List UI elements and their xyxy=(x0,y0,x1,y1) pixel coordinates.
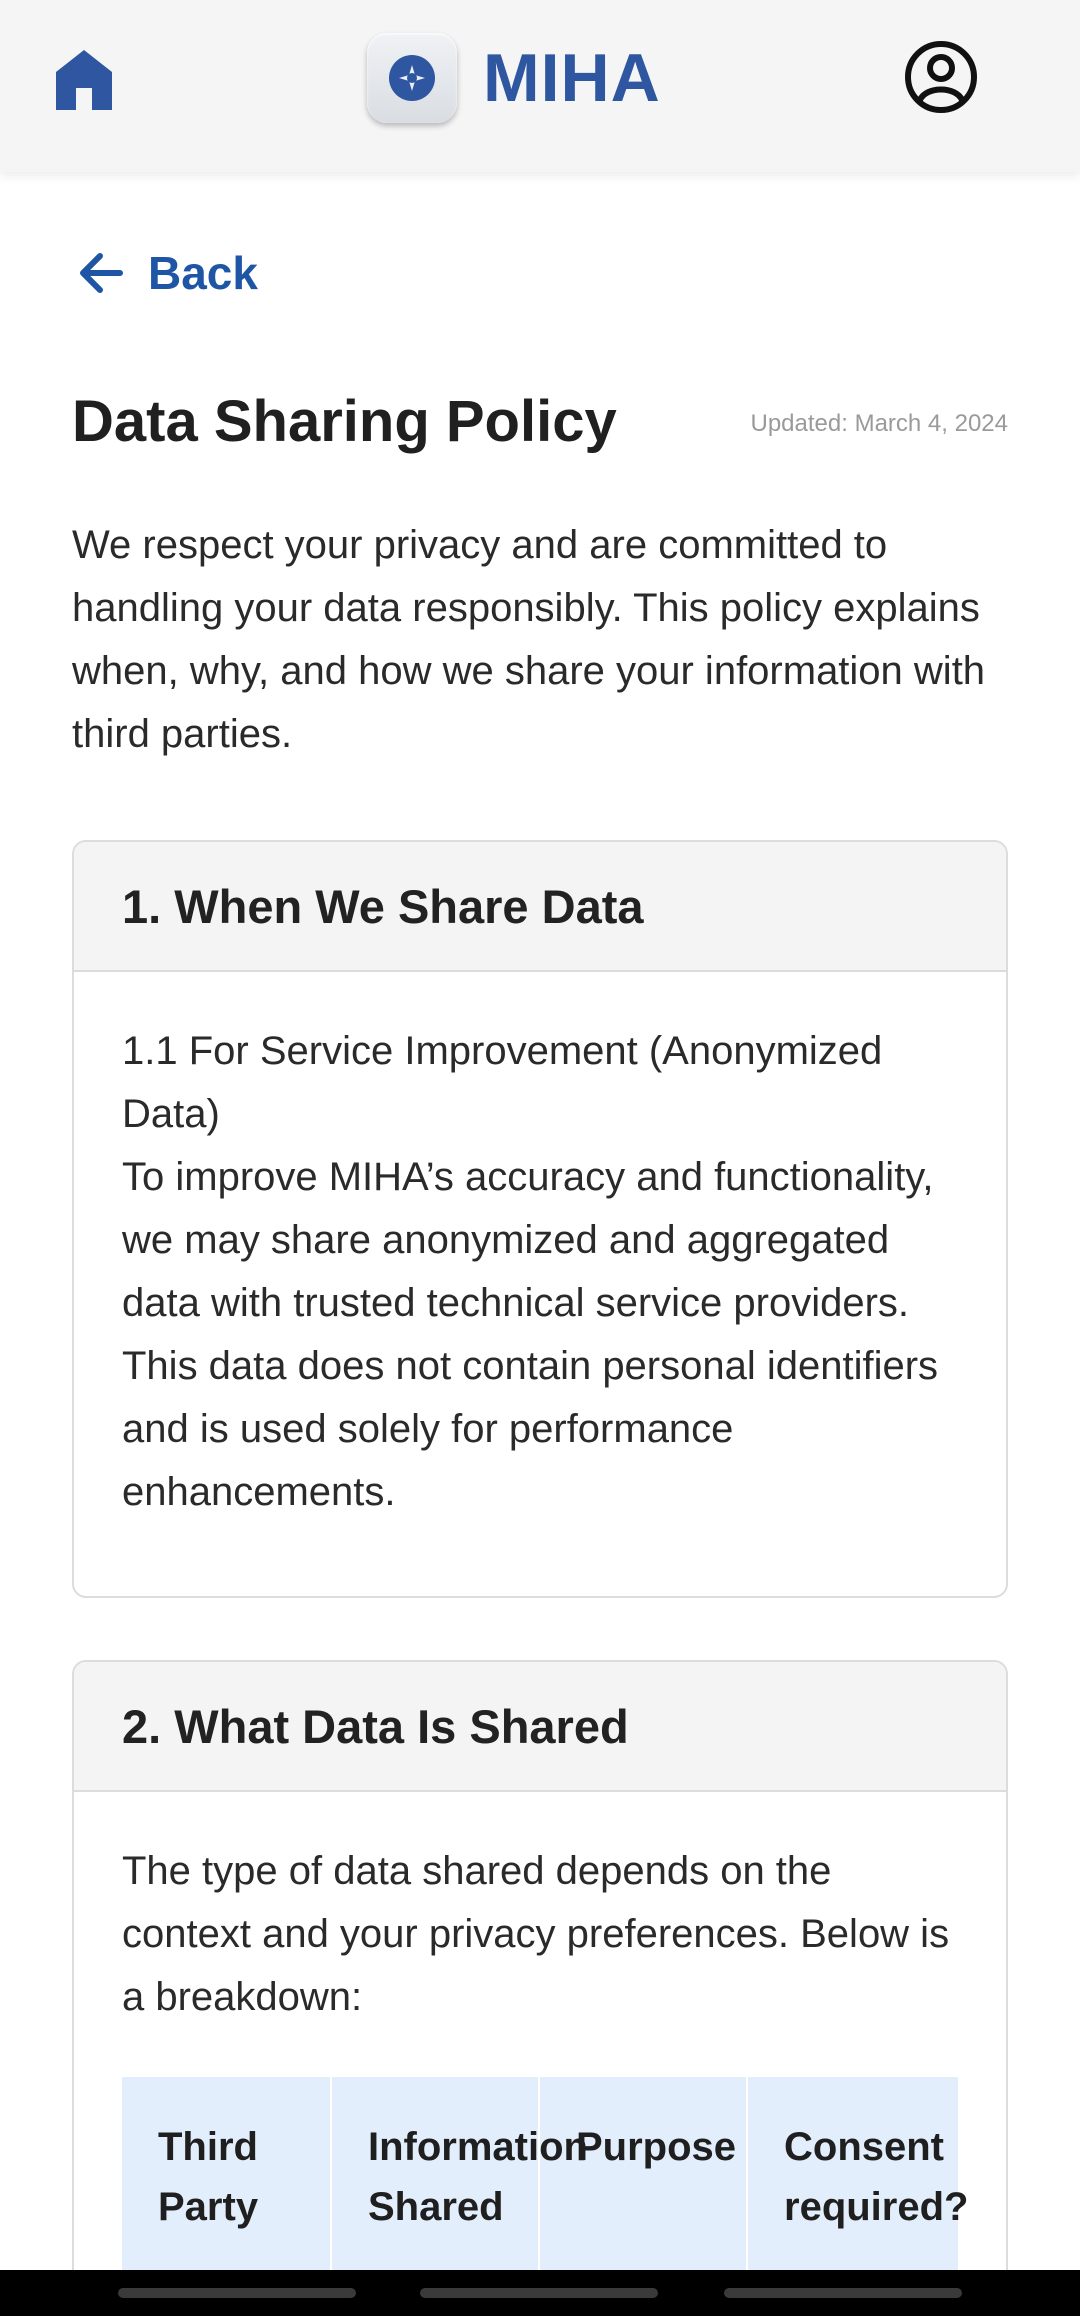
logo-emblem-icon xyxy=(389,55,435,101)
back-link[interactable]: Back xyxy=(78,240,258,306)
subsection-text: To improve MIHA’s accuracy and functiona… xyxy=(122,1155,939,1514)
section-body: The type of data shared depends on the c… xyxy=(74,1792,1006,2316)
subsection-title: 1.1 For Service Improvement (Anonymized … xyxy=(122,1029,883,1136)
section-when-we-share: 1. When We Share Data 1.1 For Service Im… xyxy=(72,840,1008,1598)
profile-button[interactable] xyxy=(904,40,978,114)
system-navigation-bar xyxy=(0,2270,1080,2316)
nav-handle[interactable] xyxy=(420,2288,658,2298)
section-title: 2. What Data Is Shared xyxy=(122,1699,629,1753)
section-text: The type of data shared depends on the c… xyxy=(122,1849,950,2019)
logo-text: MIHA xyxy=(483,40,661,116)
app-logo: MIHA xyxy=(367,32,661,124)
arrow-left-icon xyxy=(80,253,123,293)
section-body: 1.1 For Service Improvement (Anonymized … xyxy=(74,972,1006,1524)
section-header: 1. When We Share Data xyxy=(74,842,1006,972)
home-button[interactable] xyxy=(54,48,114,112)
nav-handle[interactable] xyxy=(118,2288,356,2298)
section-what-data-shared: 2. What Data Is Shared The type of data … xyxy=(72,1660,1008,2316)
nav-handle[interactable] xyxy=(724,2288,962,2298)
account-circle-icon xyxy=(905,41,977,113)
updated-date: Updated: March 4, 2024 xyxy=(750,410,1009,437)
page-title: Data Sharing Policy xyxy=(72,389,617,454)
section-title: 1. When We Share Data xyxy=(122,879,644,933)
logo-badge xyxy=(367,33,457,123)
section-header: 2. What Data Is Shared xyxy=(74,1662,1006,1792)
back-label: Back xyxy=(148,247,258,299)
intro-text: We respect your privacy and are committe… xyxy=(72,523,986,756)
home-icon xyxy=(56,50,112,110)
app-header: MIHA xyxy=(0,0,1080,172)
